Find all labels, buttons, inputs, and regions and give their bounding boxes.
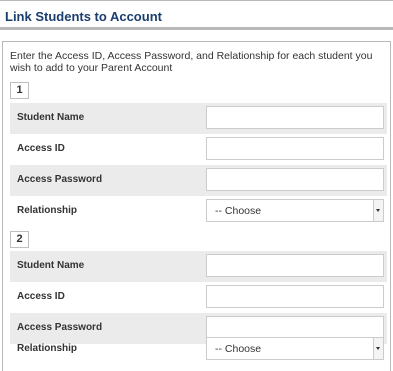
chevron-down-icon[interactable]: [373, 200, 383, 221]
relationship-select[interactable]: -- Choose: [206, 199, 384, 222]
intro-text: Enter the Access ID, Access Password, an…: [10, 50, 373, 74]
relationship-label: Relationship: [17, 205, 78, 216]
access-id-row: Access ID: [10, 134, 387, 165]
student-name-label: Student Name: [17, 260, 85, 271]
relationship-select[interactable]: -- Choose: [206, 337, 384, 360]
student-name-input[interactable]: [206, 106, 384, 129]
relationship-row: Relationship -- Choose: [10, 334, 387, 365]
chevron-down-icon[interactable]: [373, 338, 383, 359]
student-name-row: Student Name: [10, 103, 387, 134]
link-students-panel: Enter the Access ID, Access Password, an…: [2, 41, 391, 371]
relationship-selected-value: -- Choose: [215, 343, 262, 355]
title-underline: [0, 27, 393, 30]
access-id-input[interactable]: [206, 137, 384, 160]
title-bar: Link Students to Account: [0, 1, 393, 28]
access-id-input[interactable]: [206, 285, 384, 308]
access-password-label: Access Password: [17, 174, 103, 185]
student-name-input[interactable]: [206, 254, 384, 277]
student-number-badge: 1: [10, 82, 29, 99]
access-password-input[interactable]: [206, 168, 384, 191]
access-id-row: Access ID: [10, 282, 387, 313]
page-title: Link Students to Account: [5, 9, 162, 24]
access-id-label: Access ID: [17, 143, 65, 154]
relationship-row: Relationship -- Choose: [10, 196, 387, 227]
relationship-label: Relationship: [17, 343, 78, 354]
access-password-label: Access Password: [17, 322, 103, 333]
relationship-selected-value: -- Choose: [215, 205, 262, 217]
student-name-row: Student Name: [10, 251, 387, 282]
student-number-badge: 2: [10, 231, 29, 248]
student-name-label: Student Name: [17, 112, 85, 123]
access-id-label: Access ID: [17, 291, 65, 302]
access-password-row: Access Password: [10, 165, 387, 196]
